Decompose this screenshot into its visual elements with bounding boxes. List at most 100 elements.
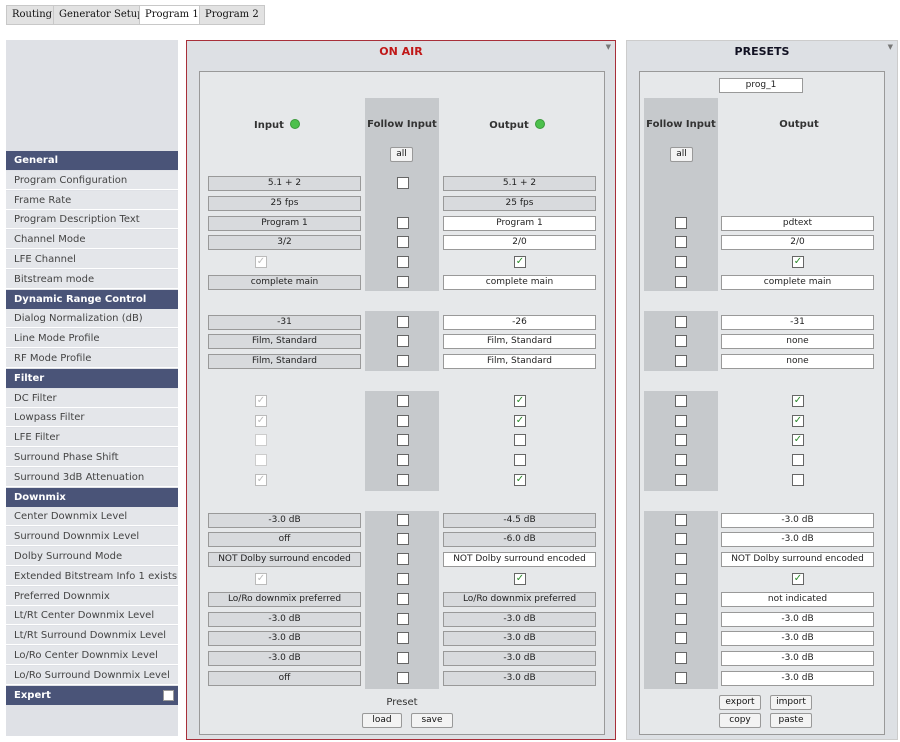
follow-input-checkbox[interactable]	[397, 652, 409, 665]
copy-button[interactable]: copy	[719, 713, 761, 728]
output-value[interactable]: none	[721, 354, 874, 370]
follow-input-checkbox[interactable]	[675, 533, 687, 546]
output-value[interactable]: complete main	[721, 275, 874, 290]
output-checkbox[interactable]: ✓	[514, 573, 526, 585]
output-value[interactable]: pdtext	[721, 215, 874, 231]
follow-input-checkbox[interactable]	[397, 533, 409, 546]
sidebar-item[interactable]: Lo/Ro Surround Downmix Level	[6, 665, 178, 685]
tab-routing[interactable]: Routing	[6, 5, 59, 25]
follow-input-checkbox[interactable]	[397, 434, 409, 447]
output-checkbox[interactable]	[792, 474, 804, 486]
follow-input-checkbox[interactable]	[397, 553, 409, 566]
follow-input-checkbox[interactable]	[675, 573, 687, 585]
follow-input-checkbox[interactable]	[675, 632, 687, 645]
tab-program-1[interactable]: Program 1	[139, 5, 205, 25]
follow-input-checkbox[interactable]	[675, 315, 687, 328]
output-value[interactable]: Program 1	[443, 215, 596, 231]
follow-input-checkbox[interactable]	[397, 256, 409, 269]
follow-input-checkbox[interactable]	[397, 612, 409, 625]
output-value[interactable]: Film, Standard	[443, 354, 596, 370]
follow-input-checkbox[interactable]	[397, 355, 409, 368]
output-value[interactable]: -3.0 dB	[721, 611, 874, 627]
follow-input-checkbox[interactable]	[397, 592, 409, 605]
sidebar-item[interactable]: Center Downmix Level	[6, 507, 178, 527]
sidebar-item[interactable]: DC Filter	[6, 388, 178, 408]
follow-input-checkbox[interactable]	[397, 632, 409, 645]
sidebar-item[interactable]: Line Mode Profile	[6, 329, 178, 349]
sidebar-item[interactable]: LFE Filter	[6, 428, 178, 448]
output-value[interactable]: -3.0 dB	[721, 651, 874, 667]
import-button[interactable]: import	[770, 695, 812, 710]
sidebar-item[interactable]: Dialog Normalization (dB)	[6, 309, 178, 329]
export-button[interactable]: export	[719, 695, 761, 710]
follow-input-checkbox[interactable]	[675, 216, 687, 229]
output-checkbox[interactable]: ✓	[792, 573, 804, 585]
follow-input-checkbox[interactable]	[397, 315, 409, 328]
follow-input-checkbox[interactable]	[397, 513, 409, 526]
sidebar-item[interactable]: Surround 3dB Attenuation	[6, 467, 178, 487]
output-checkbox[interactable]: ✓	[792, 434, 804, 447]
sidebar-item[interactable]: Program Description Text	[6, 210, 178, 230]
output-checkbox[interactable]	[514, 454, 526, 467]
follow-input-checkbox[interactable]	[397, 276, 409, 288]
follow-input-checkbox[interactable]	[397, 454, 409, 467]
sidebar-item[interactable]: Extended Bitstream Info 1 exists	[6, 566, 178, 586]
follow-input-checkbox[interactable]	[397, 414, 409, 427]
follow-input-checkbox[interactable]	[675, 612, 687, 625]
sidebar-item[interactable]: Surround Phase Shift	[6, 448, 178, 467]
output-value[interactable]: -3.0 dB	[721, 512, 874, 528]
output-value[interactable]: not indicated	[721, 591, 874, 607]
follow-input-checkbox[interactable]	[397, 394, 409, 407]
output-value[interactable]: NOT Dolby surround encoded	[721, 552, 874, 568]
follow-input-checkbox[interactable]	[675, 236, 687, 249]
output-value[interactable]: -3.0 dB	[721, 671, 874, 686]
collapse-caret-icon[interactable]: ▼	[606, 43, 611, 51]
output-value[interactable]: none	[721, 334, 874, 350]
follow-input-checkbox[interactable]	[675, 434, 687, 447]
sidebar-item[interactable]: Lt/Rt Surround Downmix Level	[6, 626, 178, 646]
follow-input-checkbox[interactable]	[675, 414, 687, 427]
follow-input-checkbox[interactable]	[675, 474, 687, 486]
output-checkbox[interactable]: ✓	[514, 474, 526, 486]
follow-input-checkbox[interactable]	[675, 335, 687, 348]
sidebar-item[interactable]: Surround Downmix Level	[6, 527, 178, 547]
output-checkbox[interactable]: ✓	[514, 256, 526, 269]
sidebar-item[interactable]: Lt/Rt Center Downmix Level	[6, 606, 178, 626]
sidebar-item[interactable]: Program Configuration	[6, 170, 178, 190]
sidebar-item[interactable]: Lowpass Filter	[6, 408, 178, 428]
output-checkbox[interactable]: ✓	[514, 414, 526, 427]
output-value[interactable]: 2/0	[721, 235, 874, 251]
output-checkbox[interactable]: ✓	[792, 414, 804, 427]
follow-input-checkbox[interactable]	[675, 672, 687, 684]
follow-input-checkbox[interactable]	[675, 394, 687, 407]
follow-all-button[interactable]: all	[670, 147, 693, 162]
output-value[interactable]: complete main	[443, 275, 596, 290]
load-button[interactable]: load	[362, 713, 402, 728]
sidebar-item[interactable]: Preferred Downmix	[6, 586, 178, 606]
follow-input-checkbox[interactable]	[675, 513, 687, 526]
follow-input-checkbox[interactable]	[675, 652, 687, 665]
output-value[interactable]: -26	[443, 314, 596, 330]
output-value[interactable]: 2/0	[443, 235, 596, 251]
output-value[interactable]: -3.0 dB	[721, 631, 874, 647]
paste-button[interactable]: paste	[770, 713, 812, 728]
tab-generator-setup[interactable]: Generator Setup	[53, 5, 150, 25]
follow-input-checkbox[interactable]	[397, 177, 409, 189]
sidebar-item[interactable]: LFE Channel	[6, 250, 178, 269]
follow-input-checkbox[interactable]	[675, 454, 687, 467]
save-button[interactable]: save	[411, 713, 453, 728]
follow-input-checkbox[interactable]	[397, 236, 409, 249]
sidebar-item[interactable]: Dolby Surround Mode	[6, 547, 178, 566]
follow-input-checkbox[interactable]	[397, 335, 409, 348]
output-value[interactable]: -3.0 dB	[721, 532, 874, 548]
follow-input-checkbox[interactable]	[397, 474, 409, 486]
follow-input-checkbox[interactable]	[397, 216, 409, 229]
follow-input-checkbox[interactable]	[675, 592, 687, 605]
follow-input-checkbox[interactable]	[397, 573, 409, 585]
expert-checkbox[interactable]	[163, 689, 174, 701]
collapse-caret-icon[interactable]: ▼	[888, 43, 893, 51]
sidebar-item[interactable]: Channel Mode	[6, 230, 178, 250]
follow-input-checkbox[interactable]	[675, 553, 687, 566]
output-value[interactable]: -31	[721, 314, 874, 330]
output-checkbox[interactable]	[792, 454, 804, 467]
